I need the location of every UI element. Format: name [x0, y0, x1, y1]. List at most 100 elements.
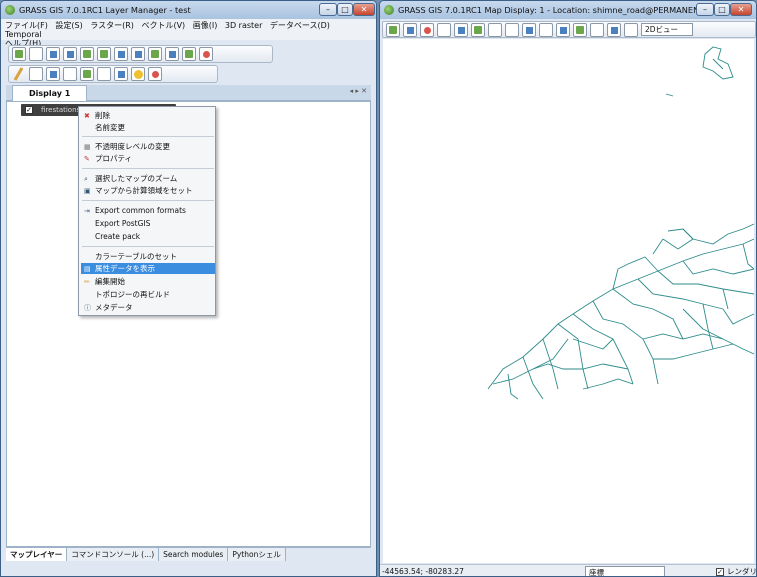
maximize-button[interactable]: □ [714, 3, 730, 16]
erase-icon[interactable] [420, 22, 434, 37]
layer-toolbar-1 [8, 45, 273, 63]
map-display-titlebar[interactable]: GRASS GIS 7.0.1RC1 Map Display: 1 - Loca… [380, 1, 756, 19]
tab-python-shell[interactable]: Pythonシェル [228, 548, 286, 561]
overlay-icon[interactable] [590, 22, 604, 37]
menu-item-zoom-to-map[interactable]: ⌕ 選択したマップのズーム [81, 173, 215, 184]
add-overlay-icon[interactable] [148, 47, 162, 61]
zoom-back-icon[interactable] [539, 22, 553, 37]
new-display-icon[interactable] [12, 47, 26, 61]
save-workspace-icon[interactable] [63, 47, 77, 61]
map-display-window: GRASS GIS 7.0.1RC1 Map Display: 1 - Loca… [379, 0, 757, 577]
menu-item-label: 名前変更 [95, 123, 125, 132]
render-label: レンダリング [727, 567, 757, 576]
map-composer-icon[interactable] [114, 67, 128, 81]
script-icon[interactable] [97, 67, 111, 81]
render-map-icon[interactable] [403, 22, 417, 37]
tab-display-1[interactable]: Display 1 [12, 85, 88, 101]
menu-item-show-attributes[interactable]: ▤ 属性データを表示 [81, 263, 215, 274]
menu-item-label: メタデータ [95, 303, 133, 312]
menu-item-properties[interactable]: ✎ プロパティ [81, 153, 215, 164]
zoom-in-icon[interactable] [488, 22, 502, 37]
menu-item-label: 編集開始 [95, 277, 125, 286]
add-misc-icon[interactable] [182, 47, 196, 61]
tab-controls[interactable]: ◂ ▸ ✕ [350, 87, 367, 95]
menu-item-label: 不透明度レベルの変更 [95, 142, 170, 151]
close-button[interactable]: ✕ [353, 3, 375, 16]
zoom-extent-icon[interactable] [522, 22, 536, 37]
menu-item-label: 削除 [95, 111, 110, 120]
add-multiple-vector-icon[interactable] [131, 47, 145, 61]
menu-item-label: Export common formats [95, 206, 186, 215]
help-icon[interactable] [148, 67, 162, 81]
menu-database[interactable]: データベース(D) [270, 21, 330, 30]
menu-item-export-common[interactable]: ⇥ Export common formats [81, 205, 215, 216]
menu-separator [82, 168, 214, 169]
settings-icon[interactable] [131, 67, 145, 81]
open-workspace-icon[interactable] [46, 47, 60, 61]
layer-manager-titlebar[interactable]: GRASS GIS 7.0.1RC1 Layer Manager - test … [1, 1, 376, 19]
view-mode-select[interactable]: 2Dビュー [641, 23, 693, 36]
minimize-button[interactable]: – [696, 3, 714, 16]
add-raster-icon[interactable] [80, 47, 94, 61]
tab-map-layers[interactable]: マップレイヤー [6, 548, 68, 561]
add-multiple-raster-icon[interactable] [97, 47, 111, 61]
menu-vector[interactable]: ベクトル(V) [141, 21, 185, 30]
context-menu: ✖ 削除 名前変更 ▦ 不透明度レベルの変更 ✎ プロパティ ⌕ 選択したマップのズーム… [78, 106, 216, 316]
menu-item-set-region[interactable]: ▣ マップから計算領域をセット [81, 185, 215, 196]
zoom-out-icon[interactable] [505, 22, 519, 37]
close-button[interactable]: ✕ [730, 3, 752, 16]
menu-item-label: 選択したマップのズーム [95, 174, 178, 183]
query-icon[interactable] [454, 22, 468, 37]
menu-item-create-pack[interactable]: Create pack [81, 231, 215, 242]
menu-item-delete[interactable]: ✖ 削除 [81, 110, 215, 121]
add-vector-icon[interactable] [114, 47, 128, 61]
menu-item-label: Export PostGIS [95, 219, 151, 228]
georectify-icon[interactable] [46, 67, 60, 81]
render-checkbox[interactable]: ✓ [716, 568, 724, 576]
minimize-button[interactable]: – [319, 3, 337, 16]
display-map-icon[interactable] [386, 22, 400, 37]
map-display-title: GRASS GIS 7.0.1RC1 Map Display: 1 - Loca… [398, 5, 705, 15]
menu-settings[interactable]: 設定(S) [55, 21, 82, 30]
menu-file[interactable]: ファイル(F) [5, 21, 48, 30]
remove-layer-icon[interactable] [199, 47, 213, 61]
menu-imagery[interactable]: 画像(I) [193, 21, 218, 30]
menu-item-opacity[interactable]: ▦ 不透明度レベルの変更 [81, 141, 215, 152]
menu-item-color-table[interactable]: カラーテーブルのセット [81, 251, 215, 262]
menu-item-export-postgis[interactable]: Export PostGIS [81, 218, 215, 229]
road-lines [487, 46, 755, 400]
zoom-menu-icon[interactable] [556, 22, 570, 37]
grid-icon[interactable] [63, 67, 77, 81]
menu-raster[interactable]: ラスター(R) [90, 21, 134, 30]
menu-item-rebuild-topology[interactable]: トポロジーの再ビルド [81, 289, 215, 300]
maximize-button[interactable]: □ [337, 3, 353, 16]
pencil-icon: ✏ [84, 278, 90, 286]
menu-item-label: 属性データを表示 [95, 264, 155, 273]
menu-separator [82, 246, 214, 247]
menu-item-metadata[interactable]: ⓘ メタデータ [81, 302, 215, 313]
menu-item-rename[interactable]: 名前変更 [81, 122, 215, 133]
modeler-icon[interactable] [80, 67, 94, 81]
tab-command-console[interactable]: コマンドコンソール (...) [67, 548, 160, 561]
menu-item-start-editing[interactable]: ✏ 編集開始 [81, 276, 215, 287]
edit-vector-icon[interactable] [12, 67, 26, 81]
tab-search-modules[interactable]: Search modules [159, 548, 229, 561]
metadata-icon: ⓘ [84, 304, 91, 312]
menu-3d-raster[interactable]: 3D raster [225, 21, 263, 30]
layer-checkbox[interactable]: ✓ [25, 106, 33, 114]
add-group-icon[interactable] [165, 47, 179, 61]
new-workspace-icon[interactable] [29, 47, 43, 61]
layer-toolbar-2 [8, 65, 218, 83]
pointer-icon[interactable] [437, 22, 451, 37]
attribute-table-icon[interactable] [29, 67, 43, 81]
menu-item-label: マップから計算領域をセット [95, 186, 193, 195]
status-mode-select[interactable]: 座標 [585, 566, 665, 576]
grass-app-icon [5, 5, 15, 15]
analyze-icon[interactable] [573, 22, 587, 37]
menu-temporal[interactable]: Temporal [5, 30, 42, 39]
save-image-icon[interactable] [607, 22, 621, 37]
map-toolbar: 2Dビュー [382, 21, 756, 38]
pan-icon[interactable] [471, 22, 485, 37]
map-canvas[interactable] [383, 39, 755, 563]
print-icon[interactable] [624, 22, 638, 37]
